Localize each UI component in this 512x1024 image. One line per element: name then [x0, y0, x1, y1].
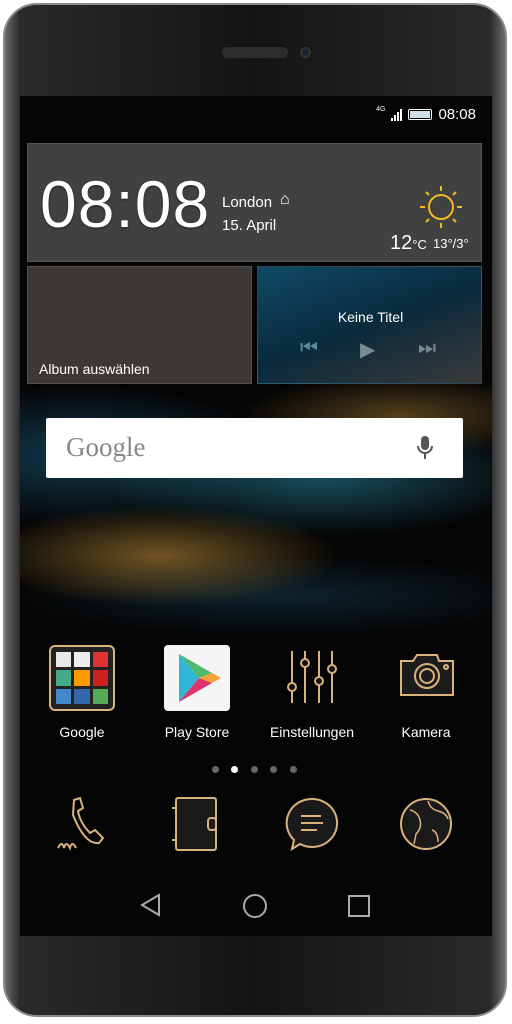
- status-bar: 4G 08:08: [376, 106, 476, 123]
- home-button[interactable]: [242, 893, 268, 919]
- google-logo: Google: [66, 432, 146, 462]
- app-google-folder[interactable]: Google: [27, 645, 137, 745]
- app-label: Google: [59, 724, 105, 740]
- date-label: 15. April: [222, 217, 277, 234]
- city-label: London: [222, 194, 273, 211]
- earpiece-speaker: [222, 47, 288, 58]
- app-label: Kamera: [401, 724, 451, 740]
- play-button[interactable]: ▶: [360, 337, 375, 362]
- battery-icon: [408, 109, 433, 120]
- camera-icon: [400, 654, 454, 696]
- app-label: Einstellungen: [269, 724, 355, 740]
- settings-sliders-icon: [287, 651, 337, 703]
- signal-icon: [391, 108, 403, 121]
- page-dot[interactable]: [270, 766, 277, 773]
- microphone-icon[interactable]: [416, 435, 434, 461]
- next-track-button[interactable]: ⏭: [418, 337, 436, 360]
- wallpaper: [20, 376, 492, 646]
- app-settings[interactable]: Einstellungen: [257, 645, 367, 745]
- home-icon: ⌂: [280, 191, 290, 208]
- page-dot[interactable]: [251, 766, 258, 773]
- current-temperature: 12: [390, 232, 413, 254]
- front-camera: [300, 47, 311, 58]
- home-screen: 4G 08:08 08:08 London ⌂ 15. April 12°C 1…: [20, 96, 492, 936]
- phone-icon[interactable]: [56, 796, 110, 852]
- album-label: Album auswählen: [39, 361, 150, 377]
- previous-track-button[interactable]: ⏮: [300, 337, 318, 360]
- browser-globe-icon[interactable]: [398, 796, 454, 852]
- music-widget[interactable]: Keine Titel ⏮ ▶ ⏭: [257, 266, 482, 384]
- sun-icon: [420, 186, 462, 228]
- page-dot[interactable]: [212, 766, 219, 773]
- recent-apps-button[interactable]: [347, 894, 371, 918]
- album-widget[interactable]: Album auswählen: [27, 266, 252, 384]
- clock-weather-widget[interactable]: 08:08 London ⌂ 15. April 12°C 13°/3°: [27, 143, 482, 262]
- contacts-icon[interactable]: [170, 796, 220, 852]
- google-folder-icon: [49, 645, 115, 711]
- temperature-range: 13°/3°: [433, 236, 469, 251]
- temperature-unit: °C: [412, 237, 427, 252]
- app-camera[interactable]: Kamera: [371, 645, 481, 745]
- network-type: 4G: [376, 106, 386, 113]
- back-button[interactable]: [139, 893, 163, 917]
- google-search-bar[interactable]: Google: [46, 418, 463, 478]
- app-play-store[interactable]: Play Store: [142, 645, 252, 745]
- messages-icon[interactable]: [284, 796, 340, 852]
- clock-time: 08:08: [40, 167, 211, 241]
- app-label: Play Store: [164, 724, 230, 740]
- music-title: Keine Titel: [337, 309, 404, 325]
- page-dot[interactable]: [290, 766, 297, 773]
- status-time: 08:08: [438, 106, 476, 123]
- page-dot-active[interactable]: [231, 766, 238, 773]
- play-store-icon: [164, 645, 230, 711]
